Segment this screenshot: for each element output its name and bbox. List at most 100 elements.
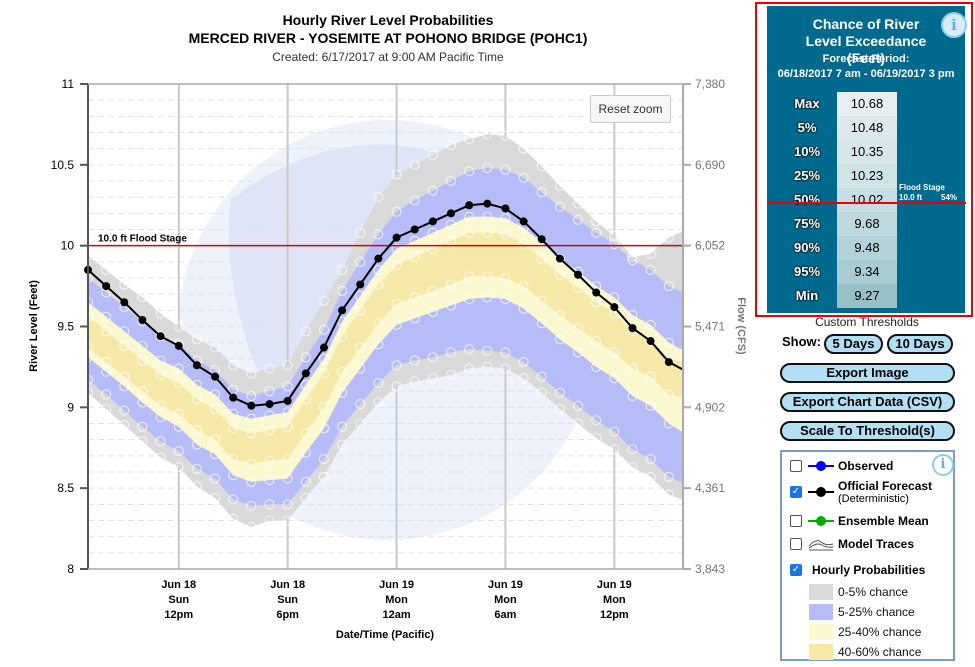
exceedance-label: 75%: [793, 216, 821, 231]
x-tick-label: Jun 19: [488, 579, 523, 591]
forecast-point: [229, 393, 238, 402]
hourly-probabilities-checkbox[interactable]: ✓: [790, 564, 802, 576]
exceedance-row: 10% 10.35: [767, 140, 965, 164]
forecast-point: [102, 282, 111, 291]
y-tick-label: 8.5: [57, 481, 74, 495]
created-time: Created: 6/17/2017 at 9:00 AM Pacific Ti…: [272, 50, 504, 64]
forecast-point: [338, 306, 347, 315]
official-forecast-checkbox[interactable]: ✓: [790, 486, 802, 498]
flood-stage-value: 10.0 ft: [899, 193, 923, 202]
forecast-point: [447, 209, 455, 218]
band-25-40-swatch: [809, 624, 833, 640]
forecast-point: [247, 401, 256, 410]
forecast-point: [211, 372, 220, 381]
exceedance-label: Min: [795, 288, 819, 303]
forecast-point: [555, 254, 564, 263]
y-tick-label: 10.5: [51, 158, 75, 172]
exceedance-row: Min 9.27: [767, 284, 965, 308]
info-icon[interactable]: i: [941, 12, 967, 38]
forecast-point: [138, 316, 147, 325]
chart-subtitle: MERCED RIVER - YOSEMITE AT POHONO BRIDGE…: [188, 30, 588, 46]
y2-tick-label: 5,471: [695, 320, 725, 334]
five-days-button[interactable]: 5 Days: [824, 334, 883, 354]
exceedance-panel: Chance of River Level Exceedance (Feet) …: [755, 2, 973, 317]
export-image-button[interactable]: Export Image: [780, 363, 955, 383]
exceedance-label: Max: [794, 96, 820, 111]
model-traces-icon: [808, 540, 834, 551]
period-range: 06/18/2017 7 am - 06/19/2017 3 pm: [777, 68, 955, 80]
forecast-point: [301, 369, 310, 378]
custom-thresholds-link[interactable]: Custom Thresholds: [780, 315, 954, 329]
hourly-probabilities-label: Hourly Probabilities: [812, 563, 926, 577]
forecast-point: [428, 217, 437, 226]
forecast-point: [356, 280, 365, 289]
x-tick-label: Jun 19: [379, 579, 414, 591]
forecast-point: [519, 217, 528, 226]
model-traces-label: Model Traces: [838, 537, 915, 551]
export-csv-button[interactable]: Export Chart Data (CSV): [780, 392, 955, 412]
x-tick-label: 12pm: [164, 609, 193, 621]
exceedance-value: 9.48: [837, 236, 897, 260]
y2-axis-title: Flow (CFS): [735, 297, 747, 355]
band-5-25-label: 5-25% chance: [838, 605, 915, 619]
model-traces-checkbox[interactable]: [790, 538, 802, 550]
chart-title: Hourly River Level Probabilities: [282, 12, 494, 28]
y-tick-label: 11: [62, 77, 75, 91]
x-tick-label: Sun: [277, 594, 298, 606]
y-tick-label: 8: [67, 562, 74, 576]
exceedance-row: 95% 9.34: [767, 260, 965, 284]
y-axis-title: River Level (Feet): [28, 280, 40, 372]
y2-tick-label: 6,690: [695, 158, 725, 172]
forecast-point: [410, 225, 419, 234]
flood-stage-line: [767, 202, 966, 204]
exceedance-row: 90% 9.48: [767, 236, 965, 260]
x-tick-label: Sun: [168, 594, 189, 606]
exceedance-value: 10.23: [837, 164, 897, 188]
forecast-line-icon: [808, 487, 834, 497]
forecast-point: [592, 288, 601, 297]
forecast-point: [501, 204, 510, 213]
scale-threshold-button[interactable]: Scale To Threshold(s): [780, 421, 955, 441]
period-label: Forecast Period:: [822, 53, 910, 65]
y2-tick-label: 4,902: [695, 400, 725, 414]
x-tick-label: Jun 18: [270, 579, 305, 591]
band-0-5-label: 0-5% chance: [838, 585, 909, 599]
band-40-60-swatch: [809, 644, 833, 660]
forecast-point: [664, 358, 673, 367]
forecast-point: [483, 199, 492, 208]
exceedance-value: 10.35: [837, 140, 897, 164]
flood-stage-label: 10.0 ft Flood Stage: [98, 234, 187, 245]
legend: i Observed ✓ Official Forecast (Determin…: [780, 450, 955, 661]
official-forecast-label: Official Forecast: [838, 479, 933, 493]
forecast-point: [628, 324, 637, 333]
observed-checkbox[interactable]: [790, 460, 802, 472]
forecast-point: [465, 201, 474, 210]
y2-tick-label: 7,380: [695, 77, 725, 91]
exceedance-row: 75% 9.68: [767, 212, 965, 236]
reset-zoom-button[interactable]: Reset zoom: [590, 95, 671, 123]
x-tick-label: 12pm: [600, 609, 629, 621]
y2-tick-label: 3,843: [695, 562, 725, 576]
ensemble-mean-checkbox[interactable]: [790, 515, 802, 527]
show-label: Show:: [782, 334, 821, 349]
legend-info-icon[interactable]: i: [932, 454, 954, 476]
observed-label: Observed: [838, 459, 894, 473]
forecast-point: [574, 270, 583, 279]
exceedance-label: 10%: [793, 144, 821, 159]
x-tick-label: Jun 18: [161, 579, 196, 591]
x-tick-label: Jun 19: [597, 579, 632, 591]
observed-line-icon: [808, 461, 834, 471]
exceedance-value: 10.68: [837, 92, 897, 116]
exceedance-value: 10.48: [837, 116, 897, 140]
y2-tick-label: 4,361: [695, 481, 725, 495]
forecast-point: [319, 343, 328, 352]
exceedance-value: 9.34: [837, 260, 897, 284]
forecast-point: [192, 361, 201, 370]
x-tick-label: 12am: [382, 609, 410, 621]
band-5-25-swatch: [809, 604, 833, 620]
exceedance-label: 50%: [793, 192, 821, 207]
ten-days-button[interactable]: 10 Days: [887, 334, 953, 354]
x-tick-label: Mon: [385, 594, 408, 606]
y-tick-label: 10: [61, 239, 75, 253]
exceedance-value: 10.02: [837, 188, 897, 212]
